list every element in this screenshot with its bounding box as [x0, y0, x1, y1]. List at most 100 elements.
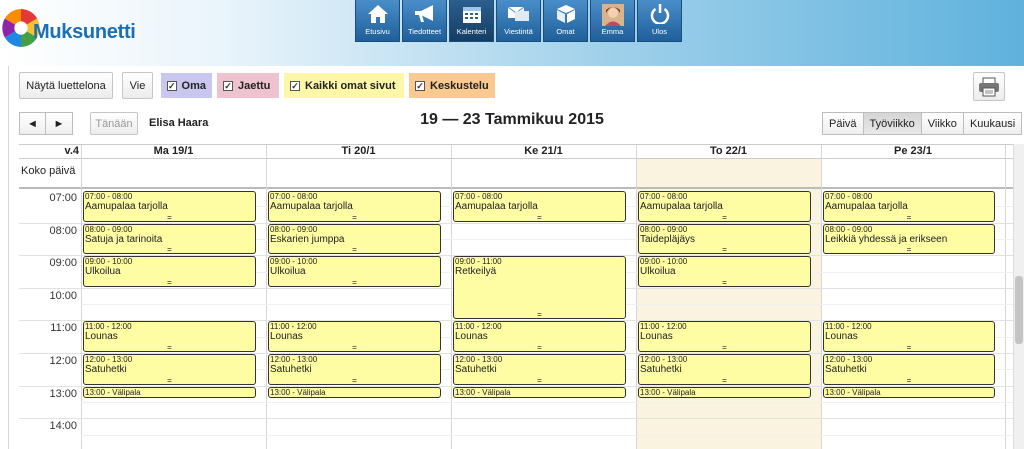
calendar-event[interactable]: 11:00 - 12:00 Lounas =: [638, 321, 811, 352]
calendar-event[interactable]: 09:00 - 11:00 Retkeilyä =: [453, 256, 626, 320]
day-header[interactable]: To 22/1: [636, 145, 821, 159]
calendar-event[interactable]: 07:00 - 08:00 Aamupalaa tarjolla =: [268, 191, 441, 222]
nav-omat[interactable]: Omat: [543, 0, 588, 42]
nav-etusivu[interactable]: Etusivu: [355, 0, 400, 42]
resize-handle[interactable]: =: [824, 376, 994, 384]
scrollbar[interactable]: [1013, 144, 1024, 449]
resize-handle[interactable]: =: [269, 213, 440, 221]
event-title: Lounas: [825, 331, 858, 343]
print-button[interactable]: [973, 72, 1005, 101]
resize-handle[interactable]: =: [269, 278, 440, 286]
event-time: 07:00 - 08:00: [455, 192, 503, 201]
calendar-event[interactable]: 11:00 - 12:00 Lounas =: [268, 321, 441, 352]
calendar-event[interactable]: 07:00 - 08:00 Aamupalaa tarjolla =: [83, 191, 256, 222]
event-time: 07:00 - 08:00: [640, 192, 688, 201]
calendar-event[interactable]: 08:00 - 09:00 Leikkiä yhdessä ja erikseen…: [823, 223, 995, 255]
calendar-event[interactable]: 07:00 - 08:00 Aamupalaa tarjolla =: [823, 191, 995, 222]
event-title: Aamupalaa tarjolla: [640, 201, 723, 212]
show-as-list-button[interactable]: Näytä luettelona: [19, 72, 113, 99]
next-week-button[interactable]: ►: [46, 112, 73, 135]
scrollbar-thumb[interactable]: [1015, 276, 1023, 344]
calendar-event[interactable]: 11:00 - 12:00 Lounas =: [823, 321, 995, 352]
column-divider: [266, 145, 267, 449]
calendar-event[interactable]: 12:00 - 13:00 Satuhetki =: [638, 354, 811, 385]
resize-handle[interactable]: =: [269, 343, 440, 351]
event-time: 11:00 - 12:00: [455, 322, 502, 332]
resize-handle[interactable]: =: [84, 213, 255, 221]
nav-label: Tiedotteet: [407, 27, 442, 36]
calendar-event[interactable]: 09:00 - 10:00 Ulkoilua =: [268, 256, 441, 287]
calendar-event[interactable]: 13:00 - Välipala: [453, 386, 626, 398]
resize-handle[interactable]: =: [454, 343, 625, 351]
resize-handle[interactable]: =: [639, 376, 810, 384]
resize-handle[interactable]: =: [269, 376, 440, 384]
calendar-event[interactable]: 13:00 - Välipala: [823, 386, 995, 398]
prev-week-button[interactable]: ◄: [19, 112, 46, 135]
event-title: Lounas: [640, 331, 673, 343]
calendar-event[interactable]: 12:00 - 13:00 Satuhetki =: [453, 354, 626, 385]
view-week-button[interactable]: Viikko: [921, 112, 964, 135]
profile-photo: [591, 0, 634, 27]
filter-jaettu[interactable]: ✓ Jaettu: [217, 73, 279, 98]
calendar-event[interactable]: 13:00 - Välipala: [83, 386, 256, 398]
view-month-button[interactable]: Kuukausi: [963, 112, 1023, 135]
resize-handle[interactable]: =: [639, 246, 810, 254]
resize-handle[interactable]: =: [84, 343, 255, 351]
day-header[interactable]: Ti 20/1: [266, 145, 451, 159]
event-time: 12:00 - 13:00: [825, 355, 873, 364]
export-button[interactable]: Vie: [122, 72, 153, 99]
nav-viestinta[interactable]: Viestintä: [496, 0, 541, 42]
event-time: 08:00 - 09:00: [640, 224, 688, 234]
event-title: Lounas: [85, 331, 118, 343]
filter-oma[interactable]: ✓ Oma: [161, 73, 212, 98]
calendar-event[interactable]: 12:00 - 13:00 Satuhetki =: [823, 354, 995, 385]
resize-handle[interactable]: =: [824, 246, 994, 254]
calendar-event[interactable]: 11:00 - 12:00 Lounas =: [83, 321, 256, 352]
event-time: 13:00 - Välipala: [455, 387, 511, 397]
resize-handle[interactable]: =: [269, 246, 440, 254]
resize-handle[interactable]: =: [824, 343, 994, 351]
calendar-event[interactable]: 12:00 - 13:00 Satuhetki =: [83, 354, 256, 385]
nav-kalenteri[interactable]: Kalenteri: [449, 0, 494, 42]
event-time: 08:00 - 09:00: [85, 224, 133, 234]
calendar-event[interactable]: 08:00 - 09:00 Taidepläjäys =: [638, 223, 811, 255]
calendar-event[interactable]: 08:00 - 09:00 Satuja ja tarinoita =: [83, 223, 256, 255]
resize-handle[interactable]: =: [84, 278, 255, 286]
calendar-event[interactable]: 09:00 - 10:00 Ulkoilua =: [83, 256, 256, 287]
filter-kaikki-omat-sivut[interactable]: ✓ Kaikki omat sivut: [284, 73, 404, 98]
event-time: 07:00 - 08:00: [85, 192, 133, 201]
resize-handle[interactable]: =: [639, 343, 810, 351]
filter-keskustelu[interactable]: ✓ Keskustelu: [409, 73, 495, 98]
event-time: 09:00 - 10:00: [85, 257, 133, 267]
nav-label: Kalenteri: [456, 27, 487, 36]
nav-label: Etusivu: [365, 27, 390, 36]
calendar-event[interactable]: 07:00 - 08:00 Aamupalaa tarjolla =: [638, 191, 811, 222]
calendar-event[interactable]: 08:00 - 09:00 Eskarien jumppa =: [268, 223, 441, 255]
resize-handle[interactable]: =: [639, 278, 810, 286]
resize-handle[interactable]: =: [454, 213, 625, 221]
calendar-event[interactable]: 13:00 - Välipala: [638, 386, 811, 398]
resize-handle[interactable]: =: [454, 376, 625, 384]
event-title: Aamupalaa tarjolla: [85, 201, 168, 212]
view-workweek-button[interactable]: Työviikko: [863, 112, 922, 135]
day-header[interactable]: Pe 23/1: [821, 145, 1005, 159]
resize-handle[interactable]: =: [454, 311, 625, 318]
resize-handle[interactable]: =: [639, 213, 810, 221]
calendar-event[interactable]: 07:00 - 08:00 Aamupalaa tarjolla =: [453, 191, 626, 222]
calendar-icon: [450, 0, 493, 27]
calendar-event[interactable]: 09:00 - 10:00 Ulkoilua =: [638, 256, 811, 287]
today-button[interactable]: Tänään: [90, 112, 138, 135]
resize-handle[interactable]: =: [84, 246, 255, 254]
day-header[interactable]: Ke 21/1: [451, 145, 636, 159]
calendar-event[interactable]: 12:00 - 13:00 Satuhetki =: [268, 354, 441, 385]
view-day-button[interactable]: Päivä: [822, 112, 864, 135]
calendar-event[interactable]: 11:00 - 12:00 Lounas =: [453, 321, 626, 352]
resize-handle[interactable]: =: [824, 213, 994, 221]
resize-handle[interactable]: =: [84, 376, 255, 384]
calendar-event[interactable]: 13:00 - Välipala: [268, 386, 441, 398]
main-nav: Etusivu Tiedotteet Kalenteri Viestintä O…: [355, 0, 684, 42]
nav-tiedotteet[interactable]: Tiedotteet: [402, 0, 447, 42]
nav-ulos[interactable]: Ulos: [637, 0, 682, 42]
day-header[interactable]: Ma 19/1: [81, 145, 266, 159]
nav-emma[interactable]: Emma: [590, 0, 635, 42]
